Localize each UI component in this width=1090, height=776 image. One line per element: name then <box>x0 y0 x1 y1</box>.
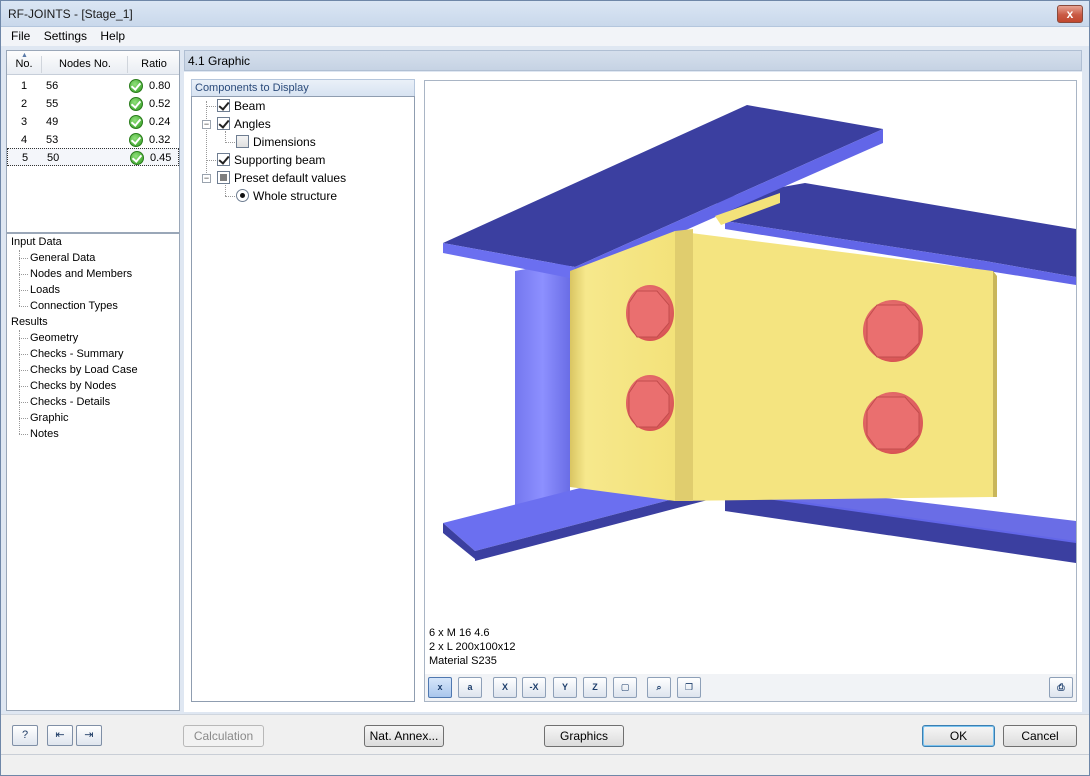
angles-collapse-icon[interactable]: − <box>202 120 211 129</box>
view-y-button[interactable]: Y <box>553 677 577 698</box>
nav-connection-types[interactable]: Connection Types <box>30 300 118 312</box>
nav-input-data[interactable]: Input Data <box>11 236 62 248</box>
beam-checkbox[interactable] <box>217 99 230 112</box>
close-button[interactable]: x <box>1057 5 1083 23</box>
preset-collapse-icon[interactable]: − <box>202 174 211 183</box>
table-row[interactable]: 2 55 0.52 <box>7 95 179 113</box>
nav-nodes-members[interactable]: Nodes and Members <box>30 268 132 280</box>
col-header-no[interactable]: ▲ No. <box>7 52 42 73</box>
nav-checks-summary[interactable]: Checks - Summary <box>30 348 124 360</box>
nav-notes[interactable]: Notes <box>30 428 59 440</box>
copy-button[interactable]: ❐ <box>677 677 701 698</box>
ok-check-icon <box>129 133 143 147</box>
iso-view-button[interactable]: ▢ <box>613 677 637 698</box>
menu-file[interactable]: File <box>1 27 36 43</box>
import-icon: ⇥ <box>84 729 94 741</box>
angles-label: Angles <box>234 117 271 131</box>
whole-structure-label: Whole structure <box>253 189 338 203</box>
ok-check-icon <box>129 79 143 93</box>
beam-label: Beam <box>234 99 266 113</box>
joints-grid: ▲ No. Nodes No. Ratio 1 56 0.80 2 55 0.5… <box>6 50 180 233</box>
section-title: 4.1 Graphic <box>184 50 1082 71</box>
print-icon: ⎙ <box>1057 682 1065 692</box>
graphic-view[interactable]: 6 x M 16 4.6 2 x L 200x100x12 Material S… <box>424 80 1077 702</box>
nav-checks-load-case[interactable]: Checks by Load Case <box>30 364 138 376</box>
bolt-info: 6 x M 16 4.6 <box>429 627 490 639</box>
table-row[interactable]: 3 49 0.24 <box>7 113 179 131</box>
iso-cube-icon: ▢ <box>620 682 630 692</box>
nav-checks-details[interactable]: Checks - Details <box>30 396 110 408</box>
export-button[interactable]: ⇤ <box>47 725 73 746</box>
import-button[interactable]: ⇥ <box>76 725 102 746</box>
table-row-selected[interactable]: 5 50 0.45 <box>7 148 179 166</box>
help-button[interactable]: ? <box>12 725 38 746</box>
nav-checks-nodes[interactable]: Checks by Nodes <box>30 380 116 392</box>
col-header-nodes[interactable]: Nodes No. <box>43 56 128 73</box>
menu-help[interactable]: Help <box>96 27 131 43</box>
nav-loads[interactable]: Loads <box>30 284 60 296</box>
graphic-toolbar: x a X -X Y Z ▢ ⌕ ❐ ⎙ <box>425 674 1076 701</box>
angle-right-leg <box>675 231 993 501</box>
table-row[interactable]: 1 56 0.80 <box>7 77 179 95</box>
components-panel: Beam − Angles Dimensions Supporting beam… <box>191 96 415 702</box>
view-minus-x-button[interactable]: -X <box>522 677 546 698</box>
beam-web <box>515 261 570 531</box>
export-icon: ⇤ <box>55 729 65 741</box>
nav-graphic[interactable]: Graphic <box>30 412 69 424</box>
copy-icon: ❐ <box>684 682 694 692</box>
ok-check-icon <box>130 151 144 165</box>
joint-3d-render <box>443 105 1076 563</box>
zoom-icon: ⌕ <box>656 682 662 692</box>
nav-results[interactable]: Results <box>11 316 48 328</box>
col-header-ratio[interactable]: Ratio <box>129 58 179 70</box>
menu-bar: File Settings Help <box>1 27 1089 46</box>
print-button[interactable]: ⎙ <box>1049 677 1073 698</box>
main-window: RF-JOINTS - [Stage_1] x File Settings He… <box>0 0 1090 776</box>
button-bar: ? ⇤ ⇥ Calculation Nat. Annex... Graphics… <box>1 714 1089 754</box>
ok-button[interactable]: OK <box>922 725 995 747</box>
material-info: Material S235 <box>429 655 497 667</box>
grid-header: ▲ No. Nodes No. Ratio <box>7 51 179 75</box>
zoom-button[interactable]: ⌕ <box>647 677 671 698</box>
dimensions-label: Dimensions <box>253 135 316 149</box>
dimensions-checkbox[interactable] <box>236 135 249 148</box>
ok-check-icon <box>129 97 143 111</box>
menu-settings[interactable]: Settings <box>40 27 93 43</box>
cancel-button[interactable]: Cancel <box>1003 725 1077 747</box>
nav-geometry[interactable]: Geometry <box>30 332 78 344</box>
ok-check-icon <box>129 115 143 129</box>
help-icon: ? <box>21 729 29 741</box>
calculation-button[interactable]: Calculation <box>183 725 264 747</box>
sort-up-icon: ▲ <box>21 52 28 59</box>
navigator-tree: Input Data General Data Nodes and Member… <box>6 233 180 711</box>
supporting-beam-checkbox[interactable] <box>217 153 230 166</box>
graphics-button[interactable]: Graphics <box>544 725 624 747</box>
window-title: RF-JOINTS - [Stage_1] <box>8 7 133 21</box>
title-bar[interactable]: RF-JOINTS - [Stage_1] x <box>1 1 1089 27</box>
view-x-button[interactable]: X <box>493 677 517 698</box>
status-bar <box>1 754 1089 775</box>
angle-info: 2 x L 200x100x12 <box>429 641 516 653</box>
preset-label: Preset default values <box>234 171 347 185</box>
preset-checkbox[interactable] <box>217 171 230 184</box>
show-x-button[interactable]: x <box>428 677 452 698</box>
nav-general-data[interactable]: General Data <box>30 252 95 264</box>
nat-annex-button[interactable]: Nat. Annex... <box>364 725 444 747</box>
show-a-button[interactable]: a <box>458 677 482 698</box>
whole-structure-radio[interactable] <box>236 189 249 202</box>
angle-left-leg <box>570 231 675 501</box>
angles-checkbox[interactable] <box>217 117 230 130</box>
view-z-button[interactable]: Z <box>583 677 607 698</box>
table-row[interactable]: 4 53 0.32 <box>7 131 179 149</box>
supporting-beam-label: Supporting beam <box>234 153 326 167</box>
components-tab: Components to Display <box>191 79 415 97</box>
